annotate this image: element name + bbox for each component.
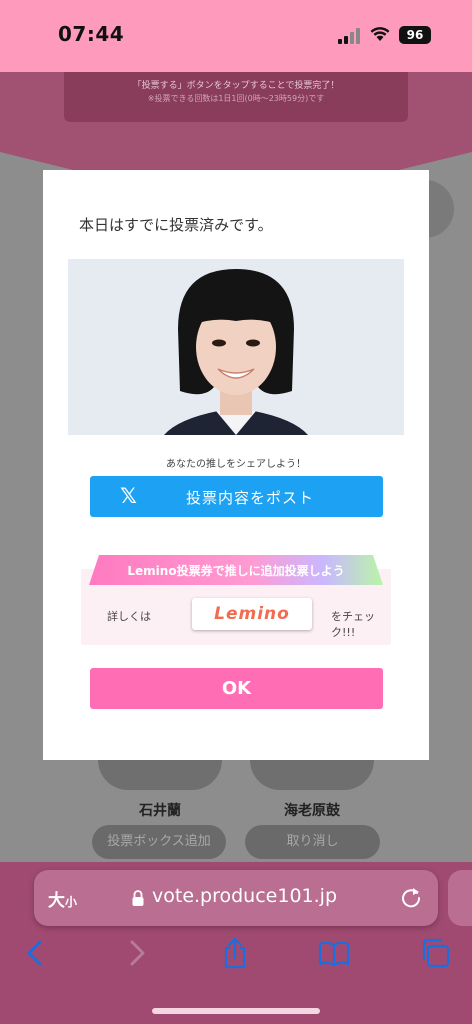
bookmarks-icon[interactable] (317, 936, 351, 970)
reload-icon[interactable] (400, 886, 422, 908)
lemino-prefix: 詳しくは (107, 610, 151, 623)
forward-icon[interactable] (120, 936, 154, 970)
vote-instruction-banner: 「投票する」ボタンをタップすることで投票完了！ ※投票できる回数は1日1回(0時… (64, 72, 408, 122)
battery-indicator: 96 (399, 26, 431, 44)
trainee-name: 石井蘭 (139, 803, 181, 819)
cancel-vote-button[interactable]: 取り消し (245, 825, 380, 859)
lemino-logo-button[interactable]: Lemino (192, 598, 312, 630)
text-size-button[interactable]: 大小 (48, 886, 77, 911)
ok-button[interactable]: OK (90, 668, 383, 709)
text-size-big: 大 (48, 891, 65, 911)
next-tab-preview[interactable] (448, 870, 472, 926)
lemino-ribbon-text: Lemino投票券で推しに追加投票しよう (127, 564, 345, 578)
back-icon[interactable] (18, 936, 52, 970)
home-indicator (152, 1008, 320, 1014)
cellular-signal-icon (338, 28, 362, 44)
x-logo-icon: 𝕏 (120, 484, 137, 508)
post-to-x-button[interactable]: 𝕏 投票内容をポスト (90, 476, 383, 517)
trainee-avatar (250, 760, 374, 790)
wifi-icon (370, 27, 390, 41)
modal-title: 本日はすでに投票済みです。 (79, 216, 273, 234)
share-label: あなたの推しをシェアしよう！ (166, 459, 306, 470)
status-time: 07:44 (58, 22, 125, 46)
lock-icon (132, 890, 144, 906)
tabs-icon[interactable] (418, 936, 452, 970)
url-text: vote.produce101.jp (152, 885, 338, 907)
lemino-promo: Lemino投票券で推しに追加投票しよう 詳しくは Lemino をチェック!!… (81, 555, 391, 645)
trainee-photo (68, 259, 404, 435)
browser-toolbar: 大小 vote.produce101.jp (0, 862, 472, 1024)
share-icon[interactable] (218, 936, 252, 970)
banner-line-1: 「投票する」ボタンをタップすることで投票完了！ (132, 81, 340, 91)
lemino-suffix: をチェック!!! (331, 610, 375, 639)
trainee-avatar (98, 760, 222, 790)
address-bar[interactable]: 大小 vote.produce101.jp (34, 870, 438, 926)
post-button-label: 投票内容をポスト (186, 489, 315, 507)
add-to-vote-box-button[interactable]: 投票ボックス追加 (92, 825, 226, 859)
banner-line-2: ※投票できる回数は1日1回(0時〜23時59分)です (147, 94, 325, 103)
already-voted-modal: 本日はすでに投票済みです。 あなたの推しをシェアしよう！ 𝕏 投票内容をポスト (43, 170, 429, 760)
trainee-name: 海老原鼓 (284, 803, 340, 819)
text-size-small: 小 (65, 895, 78, 909)
status-bar: 07:44 96 (0, 0, 472, 72)
